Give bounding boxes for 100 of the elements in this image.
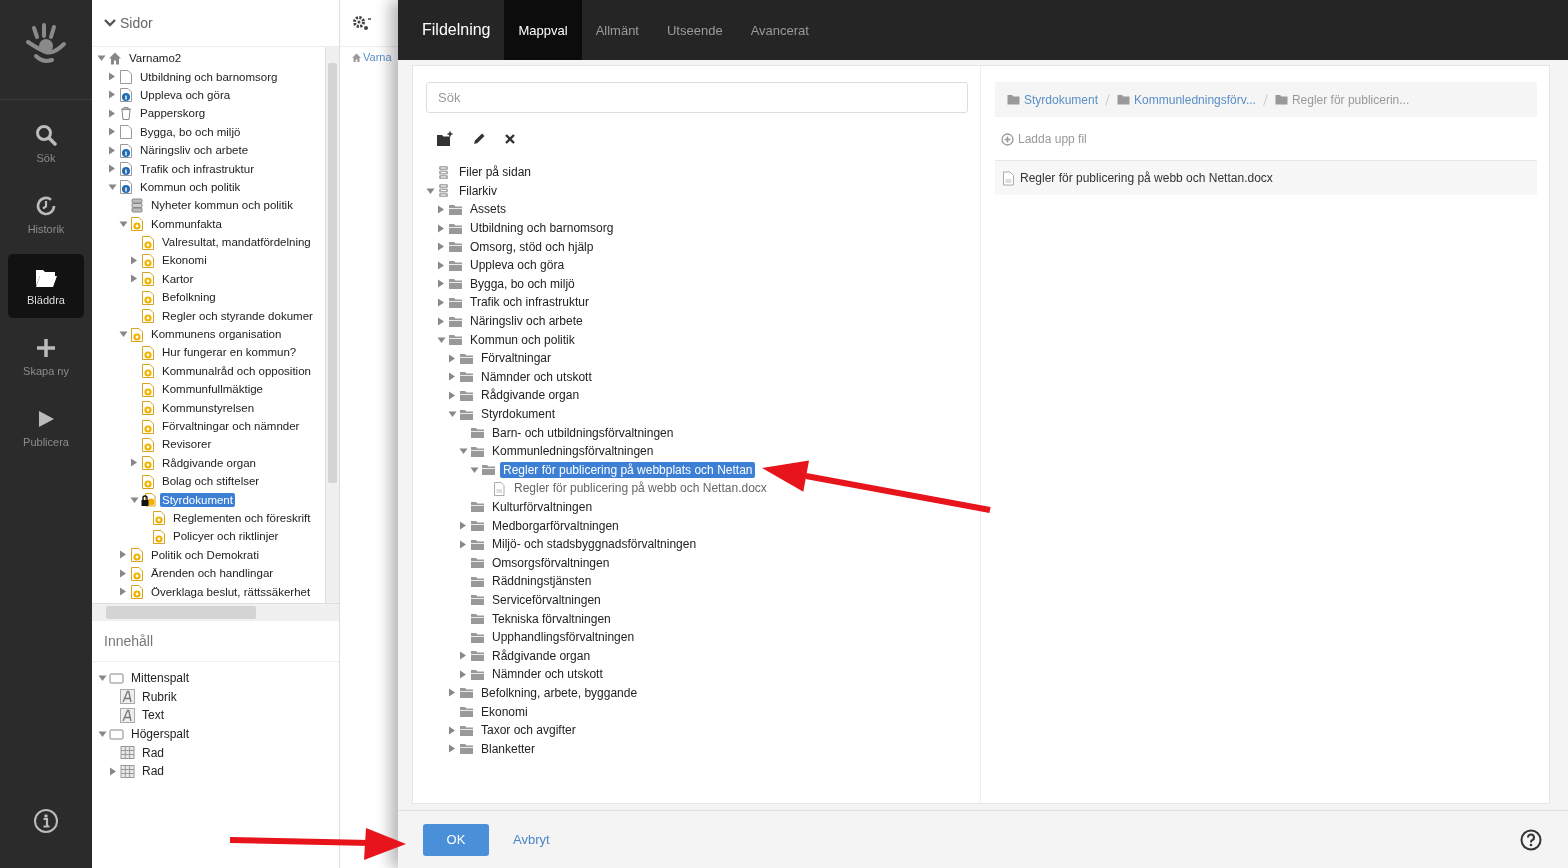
tree-item[interactable]: Medborgarförvaltningen xyxy=(489,517,622,534)
close-icon[interactable] xyxy=(504,133,516,145)
caret-right-icon[interactable] xyxy=(459,651,467,661)
caret-right-icon[interactable] xyxy=(448,688,456,698)
tree-item[interactable]: Kommunstyrelsen xyxy=(160,400,257,415)
caret-right-icon[interactable] xyxy=(448,390,456,400)
caret-right-icon[interactable] xyxy=(130,274,138,284)
tree-item[interactable]: Regler och styrande dokumer xyxy=(160,308,315,323)
tree-item[interactable]: Rad xyxy=(139,744,167,761)
tree-item[interactable]: Assets xyxy=(467,201,509,218)
caret-right-icon[interactable] xyxy=(437,223,445,233)
tree-item[interactable]: Räddningstjänsten xyxy=(489,573,595,590)
pencil-icon[interactable] xyxy=(472,132,486,146)
tree-item[interactable]: Politik och Demokrati xyxy=(149,547,261,562)
tree-item[interactable]: Rad xyxy=(139,763,167,780)
caret-right-icon[interactable] xyxy=(437,260,445,270)
tree-item[interactable]: Hur fungerar en kommun? xyxy=(160,345,299,360)
caret-right-icon[interactable] xyxy=(448,372,456,382)
tree-item[interactable]: Kommunalråd och opposition xyxy=(160,363,313,378)
tree-item[interactable]: Kulturförvaltningen xyxy=(489,499,596,515)
chevron-down-icon[interactable] xyxy=(104,18,116,28)
tree-item[interactable]: Uppleva och göra xyxy=(138,87,233,102)
tree-item[interactable]: Ärenden och handlingar xyxy=(149,566,276,581)
caret-down-icon[interactable] xyxy=(98,674,107,683)
caret-right-icon[interactable] xyxy=(109,766,117,776)
tree-item[interactable]: Filer på sidan xyxy=(456,164,535,181)
caret-down-icon[interactable] xyxy=(448,410,457,418)
tree-item[interactable]: Utbildning och barnomsorg xyxy=(138,69,280,84)
caret-down-icon[interactable] xyxy=(426,186,435,195)
tree-item[interactable]: Omsorgsförvaltningen xyxy=(489,554,613,571)
caret-right-icon[interactable] xyxy=(108,145,116,155)
nav-item[interactable]: Skapa ny xyxy=(8,325,84,389)
caret-right-icon[interactable] xyxy=(108,108,116,118)
caret-down-icon[interactable] xyxy=(119,330,128,339)
tree-item[interactable]: Serviceförvaltningen xyxy=(489,591,604,608)
tree-item[interactable]: Kommunfullmäktige xyxy=(160,382,265,397)
tree-item[interactable]: Varnamo2 xyxy=(127,51,184,66)
tree-item[interactable]: Policyer och riktlinjer xyxy=(171,529,281,544)
tree-item[interactable]: Rådgivande organ xyxy=(489,647,594,664)
caret-right-icon[interactable] xyxy=(119,568,127,578)
tree-item[interactable]: Förvaltningar och nämnder xyxy=(160,419,302,433)
vertical-scrollbar[interactable] xyxy=(325,47,339,603)
tree-item[interactable]: Omsorg, stöd och hjälp xyxy=(467,238,597,255)
tree-item[interactable]: Styrdokument xyxy=(160,492,235,507)
caret-right-icon[interactable] xyxy=(448,744,456,754)
tab[interactable]: Utseende xyxy=(653,0,737,60)
tree-item[interactable]: Kommun och politik xyxy=(138,179,243,194)
caret-down-icon[interactable] xyxy=(119,219,128,228)
search-field[interactable]: Sök xyxy=(426,82,968,113)
tree-item[interactable]: Reglementen och föreskrift xyxy=(171,510,313,525)
help-icon[interactable] xyxy=(1520,828,1542,851)
info-icon[interactable] xyxy=(33,808,59,834)
tree-item[interactable]: Kartor xyxy=(160,271,196,286)
tab[interactable]: Allmänt xyxy=(581,0,653,60)
tree-item[interactable]: Trafik och infrastruktur xyxy=(138,161,256,176)
tree-item[interactable]: Bygga, bo och miljö xyxy=(138,124,243,139)
tree-item[interactable]: Taxor och avgifter xyxy=(478,722,579,739)
nav-item[interactable]: Bläddra xyxy=(8,254,84,318)
tree-item[interactable]: Näringsliv och arbete xyxy=(138,143,251,158)
caret-down-icon[interactable] xyxy=(108,182,117,191)
tree-item[interactable]: Kommunens organisation xyxy=(149,327,284,342)
caret-right-icon[interactable] xyxy=(130,458,138,468)
new-folder-icon[interactable] xyxy=(436,131,454,147)
caret-right-icon[interactable] xyxy=(119,550,127,560)
tree-item[interactable]: Miljö- och stadsbyggnadsförvaltningen xyxy=(489,536,700,553)
caret-down-icon[interactable] xyxy=(437,335,446,344)
tree-item[interactable]: Nyheter kommun och politik xyxy=(149,198,295,213)
tree-item[interactable]: Valresultat, mandatfördelning xyxy=(160,235,313,250)
caret-right-icon[interactable] xyxy=(119,587,127,596)
tree-item[interactable]: Bygga, bo och miljö xyxy=(467,275,578,292)
caret-right-icon[interactable] xyxy=(459,539,467,549)
caret-down-icon[interactable] xyxy=(98,730,107,739)
cancel-link[interactable]: Avbryt xyxy=(513,832,550,847)
tree-item[interactable]: Mittenspalt xyxy=(128,670,193,687)
tree-item[interactable]: Befolkning, arbete, byggande xyxy=(478,684,641,701)
tree-item[interactable]: Förvaltningar xyxy=(478,350,555,367)
tree-item[interactable]: Text xyxy=(139,707,167,724)
tree-item[interactable]: Papperskorg xyxy=(138,106,208,121)
tree-item[interactable]: Rådgivande organ xyxy=(478,387,583,404)
caret-right-icon[interactable] xyxy=(448,353,456,363)
tree-item[interactable]: Regler för publicering på webbplats och Nettan xyxy=(500,461,756,478)
tree-item[interactable]: Trafik och infrastruktur xyxy=(467,294,592,311)
tree-item[interactable]: Befolkning xyxy=(160,290,218,305)
caret-right-icon[interactable] xyxy=(437,205,445,214)
caret-right-icon[interactable] xyxy=(448,725,456,735)
tree-item[interactable]: Barn- och utbildningsförvaltningen xyxy=(489,424,677,441)
tree-item[interactable]: Nämnder och utskott xyxy=(478,368,595,385)
tree-item[interactable]: Nämnder och utskott xyxy=(489,666,606,683)
tree-item[interactable]: Högerspalt xyxy=(128,726,193,743)
tree-item[interactable]: Kommunledningsförvaltningen xyxy=(489,443,657,460)
tree-item[interactable]: Upphandlingsförvaltningen xyxy=(489,629,638,646)
caret-down-icon[interactable] xyxy=(459,447,468,456)
tree-item[interactable]: Bolag och stiftelser xyxy=(160,474,262,489)
tree-item[interactable]: Blanketter xyxy=(478,740,539,757)
file-row[interactable]: Regler för publicering på webb och Nettan.docx xyxy=(995,161,1537,195)
caret-right-icon[interactable] xyxy=(108,127,116,137)
caret-right-icon[interactable] xyxy=(437,297,445,307)
caret-right-icon[interactable] xyxy=(437,316,445,326)
caret-down-icon[interactable] xyxy=(130,495,139,504)
tree-item[interactable]: Rådgivande organ xyxy=(160,455,258,470)
